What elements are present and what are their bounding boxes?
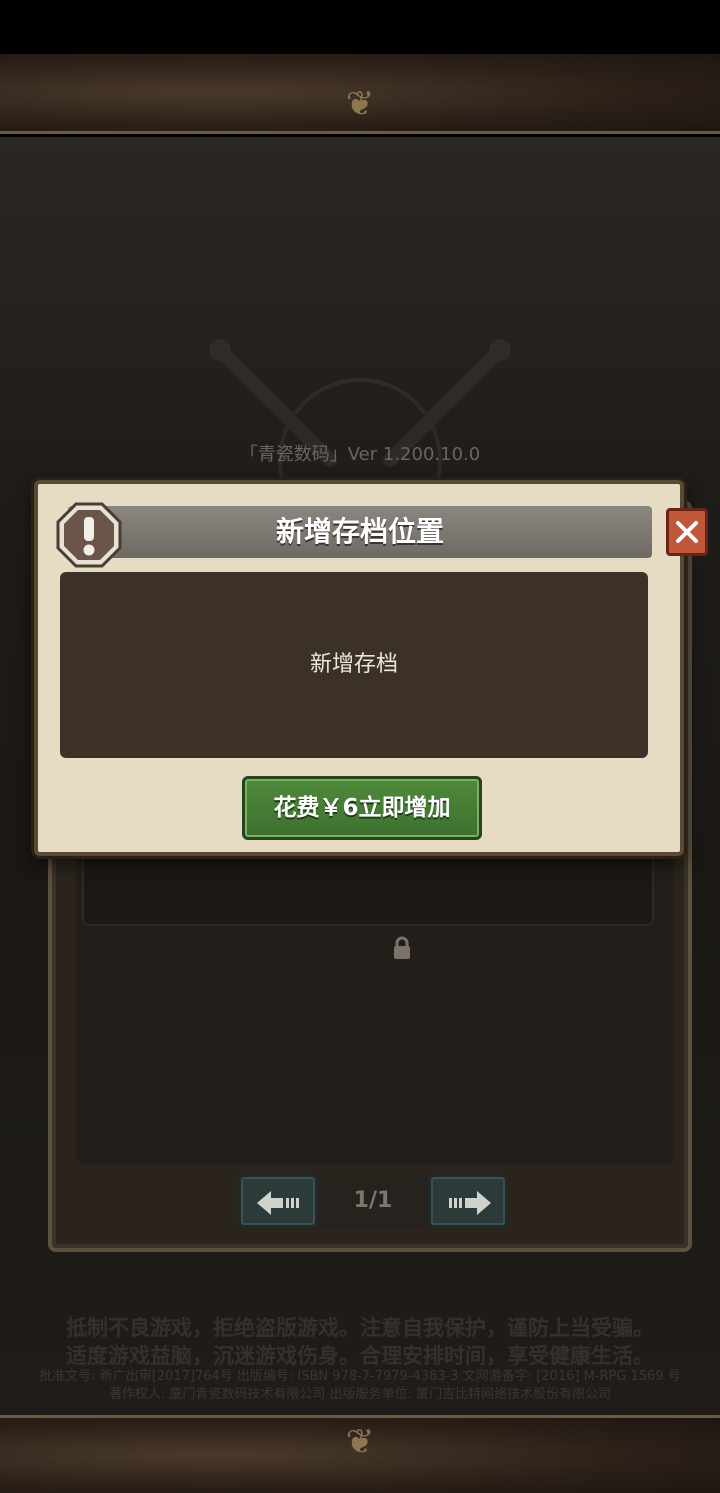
- purchase-slot-button[interactable]: 花费￥6立即增加: [242, 776, 482, 840]
- dialog-message: 新增存档: [309, 652, 398, 677]
- version-label: 「青瓷数码」Ver 1.200.10.0: [239, 444, 481, 465]
- top-ornate-frame: ❦: [0, 54, 720, 134]
- dialog-header: 新增存档位置: [68, 506, 652, 558]
- add-save-slot-dialog: 新增存档位置 新增存档 花费￥6立即增加: [34, 480, 708, 856]
- arrow-right-icon: [449, 1191, 491, 1215]
- page-navigator: 1/1: [238, 1174, 508, 1230]
- dialog-body: 新增存档: [60, 572, 648, 758]
- health-notice: 抵制不良游戏，拒绝盗版游戏。注意自我保护，谨防上当受骗。 适度游戏益脑，沉迷游戏…: [0, 1314, 720, 1370]
- dialog-title: 新增存档位置: [275, 515, 444, 548]
- page-indicator: 1/1: [318, 1174, 428, 1228]
- license-line-1: 批准文号: 新广出审[2017]764号 出版编号: ISBN 978-7-79…: [39, 1369, 681, 1384]
- bottom-ornate-frame: ❦: [0, 1415, 720, 1493]
- license-line-2: 著作权人: 厦门青瓷数码技术有限公司 出版服务单位: 厦门吉比特网络技术股份有限…: [108, 1387, 612, 1402]
- status-bar: [0, 0, 720, 54]
- exclamation-icon: [56, 502, 122, 568]
- license-info: 批准文号: 新广出审[2017]764号 出版编号: ISBN 978-7-79…: [0, 1368, 720, 1404]
- prev-page-button[interactable]: [238, 1174, 318, 1228]
- health-notice-line-2: 适度游戏益脑，沉迷游戏伤身。合理安排时间，享受健康生活。: [66, 1344, 654, 1368]
- lock-icon: [394, 936, 410, 959]
- health-notice-line-1: 抵制不良游戏，拒绝盗版游戏。注意自我保护，谨防上当受骗。: [66, 1316, 654, 1340]
- arrow-left-icon: [257, 1191, 299, 1215]
- close-button[interactable]: [666, 508, 708, 556]
- purchase-slot-label: 花费￥6立即增加: [273, 795, 451, 821]
- fleur-ornament-icon: ❦: [345, 84, 375, 124]
- close-icon: [676, 521, 698, 543]
- next-page-button[interactable]: [428, 1174, 508, 1228]
- fleur-ornament-icon: ❦: [345, 1422, 375, 1462]
